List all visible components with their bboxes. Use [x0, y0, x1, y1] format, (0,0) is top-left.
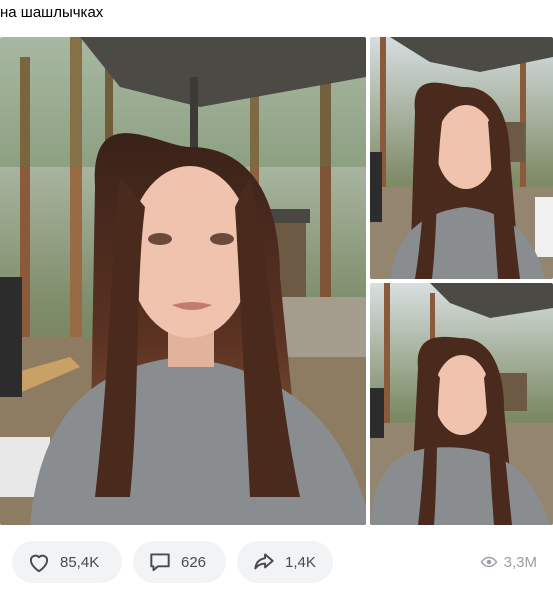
like-count: 85,4K [60, 553, 100, 571]
post-photo-top[interactable] [370, 37, 553, 279]
post-actions-bar: 85,4K 626 1,4K 3,3M [0, 533, 553, 591]
post-text: на шашлычках [0, 4, 104, 21]
selfie-photo-image [370, 283, 553, 525]
selfie-photo-image [0, 37, 366, 525]
comment-count: 626 [181, 553, 207, 571]
share-count: 1,4K [285, 553, 316, 571]
post-photo-main[interactable] [0, 37, 366, 525]
eye-icon [480, 556, 498, 568]
share-icon [254, 553, 274, 570]
selfie-photo-image [370, 37, 553, 279]
comment-button[interactable]: 626 [133, 541, 226, 583]
like-button[interactable]: 85,4K [12, 541, 122, 583]
views-count: 3,3M [503, 553, 537, 571]
views-indicator: 3,3M [480, 541, 537, 583]
share-button[interactable]: 1,4K [237, 541, 333, 583]
heart-icon [29, 554, 49, 573]
comment-icon [150, 553, 170, 572]
post-photo-bottom[interactable] [370, 283, 553, 525]
